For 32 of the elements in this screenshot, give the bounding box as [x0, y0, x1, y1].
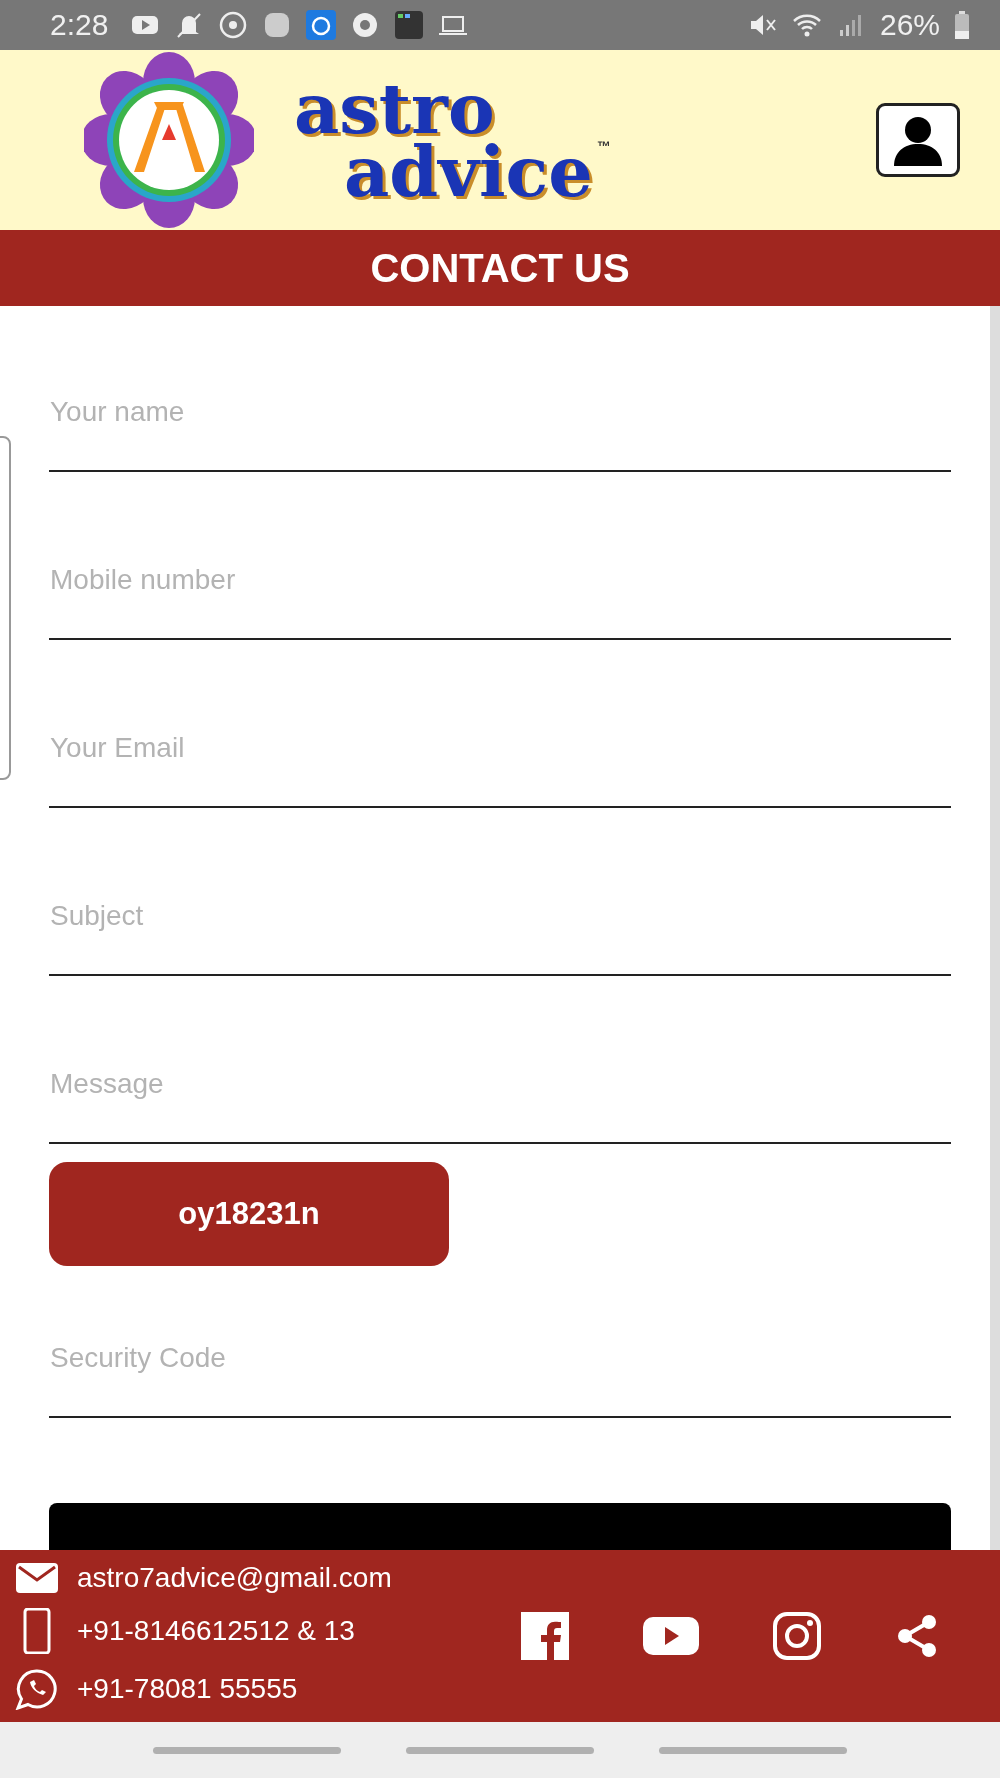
input-field[interactable]: Message — [49, 1050, 951, 1144]
contact-text[interactable]: astro7advice@gmail.com — [77, 1562, 392, 1594]
captcha-code-button[interactable]: oy18231n — [49, 1162, 449, 1266]
page-title: CONTACT US — [370, 245, 630, 291]
contact-text[interactable]: +91-78081 55555 — [77, 1673, 298, 1705]
status-time: 2:28 — [50, 8, 109, 42]
chat-phone-icon — [15, 1668, 59, 1710]
aperture-icon — [218, 10, 249, 40]
trademark-sign: ™ — [596, 140, 611, 153]
camera-icon[interactable] — [773, 1612, 821, 1660]
share-icon[interactable] — [895, 1614, 939, 1658]
window-icon — [394, 10, 425, 40]
battery-icon — [954, 11, 970, 39]
nav-handle[interactable] — [152, 1746, 341, 1754]
security-code-field[interactable]: Security Code — [49, 1324, 951, 1418]
input-field[interactable]: Your name — [49, 378, 951, 472]
contact-text[interactable]: +91-8146612512 & 13 — [77, 1615, 355, 1647]
facebook-icon[interactable] — [521, 1612, 569, 1660]
nav-handle[interactable] — [659, 1746, 848, 1754]
nav-handle[interactable] — [406, 1746, 594, 1754]
input-field[interactable]: Subject — [49, 882, 951, 976]
user-profile-button[interactable] — [876, 103, 960, 177]
user-icon — [892, 114, 944, 166]
envelope-icon — [15, 1562, 59, 1594]
battery-percent: 26% — [879, 8, 940, 42]
lotus-emblem-icon — [84, 52, 254, 228]
logo-text: advice — [344, 140, 593, 203]
logo-text: astro — [294, 77, 495, 140]
play-icon[interactable] — [643, 1617, 699, 1655]
cloud-icon — [306, 10, 337, 40]
input-field[interactable]: Your Email — [49, 714, 951, 808]
input-field[interactable]: Mobile number — [49, 546, 951, 640]
